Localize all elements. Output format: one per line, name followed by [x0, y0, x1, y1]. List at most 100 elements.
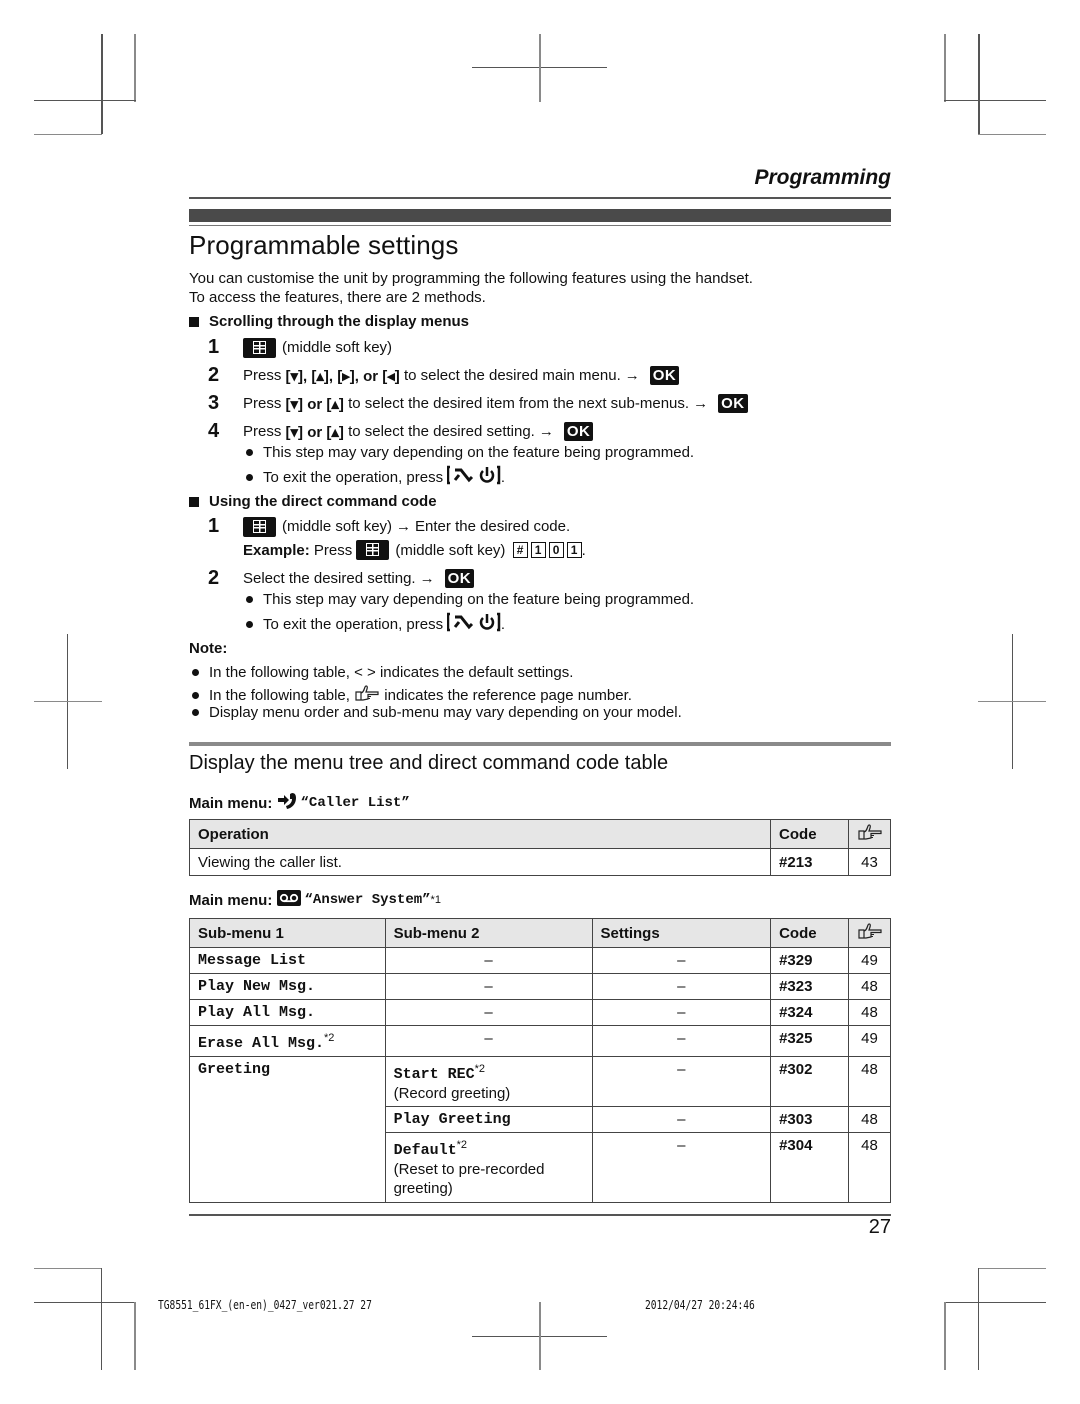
settings-cell: – [591, 1132, 772, 1203]
arrow-right-icon: → [419, 570, 435, 587]
scroll-bullet-1: This step may vary depending on the feat… [246, 444, 694, 461]
menu-key-icon [356, 540, 390, 560]
arrow-right-icon: → [396, 518, 412, 535]
ref-cell: 48 [848, 1132, 891, 1203]
footer-rule [189, 1214, 891, 1216]
table-header-row: Sub-menu 1 Sub-menu 2 Settings Code [189, 918, 891, 948]
note-label: Note: [189, 640, 228, 657]
square-bullet-icon [189, 316, 199, 327]
code-cell: #324 [770, 999, 849, 1026]
operation-cell: Viewing the caller list. [188, 848, 772, 876]
page-title: Programmable settings [189, 230, 459, 260]
section-header: Programming [754, 166, 891, 189]
settings-cell: – [591, 1056, 772, 1107]
menu-key-icon [243, 516, 276, 537]
sub1-text: Erase All Msg. [198, 1035, 325, 1052]
scroll-step-2: 2 Press [▾], [▴], [▸], or [◂] to select … [208, 364, 680, 387]
nav-keys: [▾] or [▴] [285, 395, 344, 413]
sub1-cell: Erase All Msg.*2 [189, 1025, 386, 1057]
pointing-hand-icon [354, 684, 380, 706]
arrow-right-icon: → [538, 423, 554, 440]
direct-step-1: 1 (middle soft key) → Enter the desired … [208, 515, 570, 538]
code-cell: #304 [770, 1132, 849, 1203]
step-number: 3 [208, 392, 220, 414]
settings-cell: – [591, 973, 772, 1000]
sub2-description: (Record greeting) [393, 1085, 511, 1102]
key-hash-icon: # [512, 542, 528, 558]
pointing-hand-icon [857, 824, 882, 840]
menu-name: “Answer System” [304, 892, 431, 908]
header-sub-menu-1: Sub-menu 1 [189, 918, 386, 948]
sub2-text: Default [393, 1142, 457, 1159]
sub2-cell: Default*2 (Reset to pre-recorded greeting… [384, 1132, 593, 1203]
bullet-text: This step may vary depending on the feat… [263, 444, 695, 461]
ok-key-icon: OK [649, 366, 680, 385]
step-text: to select the desired item from the next… [348, 395, 690, 412]
step-pre: Press [243, 395, 282, 412]
note-text: Display menu order and sub-menu may vary… [209, 704, 682, 721]
key-1-icon: 1 [530, 542, 546, 558]
settings-cell: – [591, 947, 772, 974]
sub2-text: Start REC [393, 1066, 475, 1083]
note-text-2: indicates the reference page number. [384, 686, 632, 704]
sub2-cell: – [384, 973, 593, 1000]
intro-line-1: You can customise the unit by programmin… [189, 270, 753, 287]
bullet-text: This step may vary depending on the feat… [263, 591, 695, 608]
scroll-step-4: 4 Press [▾] or [▴] to select the desired… [208, 420, 594, 443]
step-text: (middle soft key) [282, 339, 393, 356]
step-pre: Press [243, 367, 282, 384]
ok-key-icon: OK [444, 569, 475, 588]
example-text: (middle soft key) [395, 541, 506, 559]
step-number: 1 [208, 515, 220, 537]
sub2-description: (Reset to pre-recorded greeting) [393, 1161, 545, 1197]
note-item-2: In the following table, indicates the re… [192, 684, 632, 706]
section-title: Display the menu tree and direct command… [189, 752, 669, 774]
sub1-cell: Play All Msg. [189, 999, 386, 1026]
sub1-cell: Greeting [189, 1056, 386, 1203]
bullet-icon [192, 691, 199, 699]
ref-cell: 49 [848, 1025, 891, 1057]
arrow-right-icon: → [693, 395, 709, 412]
step-number: 4 [208, 420, 220, 442]
ref-cell: 48 [848, 999, 891, 1026]
direct-step-2: 2 Select the desired setting. → OK [208, 567, 475, 590]
square-bullet-icon [189, 496, 199, 507]
arrow-right-icon: → [624, 367, 640, 384]
ref-cell: 49 [848, 947, 891, 974]
sub2-cell: – [384, 999, 593, 1026]
header-settings: Settings [591, 918, 772, 948]
scroll-step-3: 3 Press [▾] or [▴] to select the desired… [208, 392, 748, 415]
footnote-marker: *1 [430, 894, 441, 906]
header-reference [848, 819, 891, 849]
footnote-marker: *2 [474, 1063, 485, 1075]
caller-list-table: Operation Code Viewing the caller list. … [188, 819, 891, 876]
ok-key-icon: OK [718, 394, 748, 413]
step-number: 2 [208, 364, 220, 386]
bullet-text: To exit the operation, press [263, 468, 444, 486]
ref-cell: 48 [848, 1056, 891, 1107]
code-cell: #303 [770, 1106, 849, 1133]
settings-cell: – [591, 1106, 772, 1133]
header-sub-menu-2: Sub-menu 2 [384, 918, 593, 948]
note-text: In the following table, [209, 686, 350, 704]
step-text: to select the desired setting. [348, 423, 535, 440]
intro-line-2: To access the features, there are 2 meth… [189, 289, 486, 306]
code-cell: #329 [770, 947, 849, 974]
settings-cell: – [591, 1025, 772, 1057]
direct-bullet-1: This step may vary depending on the feat… [246, 591, 694, 608]
footnote-marker: *2 [324, 1032, 335, 1044]
step-text: Select the desired setting. [243, 570, 416, 587]
ref-cell: 48 [848, 1106, 891, 1133]
note-item-3: Display menu order and sub-menu may vary… [192, 704, 682, 721]
step-pre: Press [243, 423, 282, 440]
bullet-icon [246, 620, 253, 628]
table-row: Erase All Msg.*2 – – #325 49 [189, 1025, 891, 1057]
menu-key-icon [243, 337, 276, 358]
table-row: Play All Msg. – – #324 48 [189, 999, 891, 1026]
sub1-cell: Play New Msg. [189, 973, 386, 1000]
caller-list-menu-label: Main menu: “Caller List” [189, 792, 410, 814]
sub2-cell: Start REC*2 (Record greeting) [384, 1056, 593, 1107]
table-row: Play New Msg. – – #323 48 [189, 973, 891, 1000]
step-number: 2 [208, 567, 220, 589]
title-band [189, 209, 891, 222]
